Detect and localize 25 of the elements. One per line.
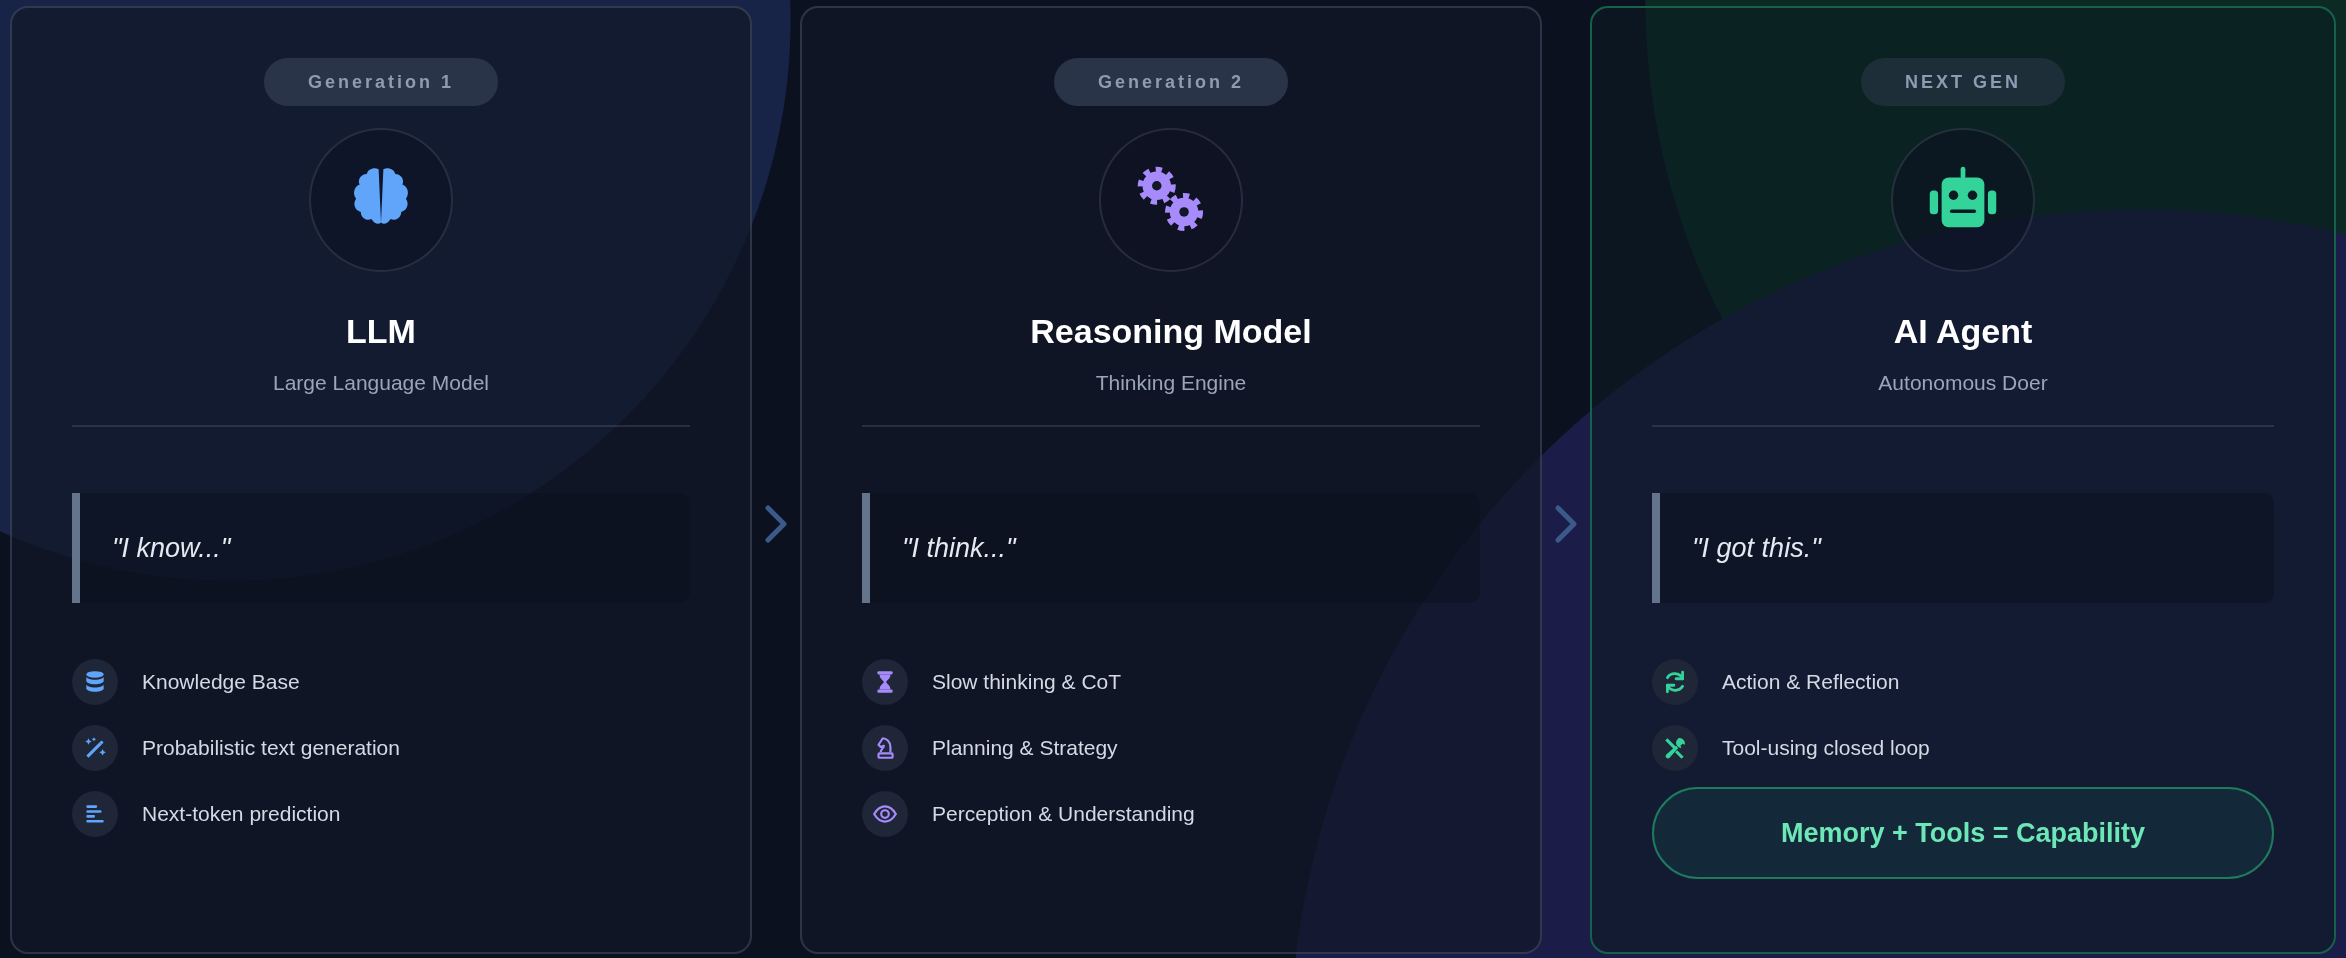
quote-text: "I think..." [902,532,1016,564]
feature-text: Action & Reflection [1722,670,1900,694]
card-subtitle: Autonomous Doer [1878,371,2048,395]
quote-text: "I know..." [112,532,231,564]
chevron-right-icon [764,504,788,544]
chevron-right-icon [1554,504,1578,544]
capability-banner: Memory + Tools = Capability [1652,787,2274,879]
generation-badge: Generation 1 [264,58,498,106]
card-title: Reasoning Model [1030,312,1312,351]
feature-text: Perception & Understanding [932,802,1195,826]
feature-text: Knowledge Base [142,670,300,694]
feature-text: Planning & Strategy [932,736,1118,760]
card-subtitle: Large Language Model [273,371,489,395]
tools-icon [1662,735,1688,761]
feature-text: Probabilistic text generation [142,736,400,760]
feature-text: Next-token prediction [142,802,341,826]
generation-badge: Generation 2 [1054,58,1288,106]
feature-text: Tool-using closed loop [1722,736,1930,760]
quote-text: "I got this." [1692,532,1821,564]
card-subtitle: Thinking Engine [1095,371,1247,395]
magic-wand-icon [82,735,108,761]
card-title: AI Agent [1893,312,2033,351]
generation-badge: NEXT GEN [1861,58,2065,106]
feature-text: Slow thinking & CoT [932,670,1122,694]
card-title: LLM [346,312,416,351]
